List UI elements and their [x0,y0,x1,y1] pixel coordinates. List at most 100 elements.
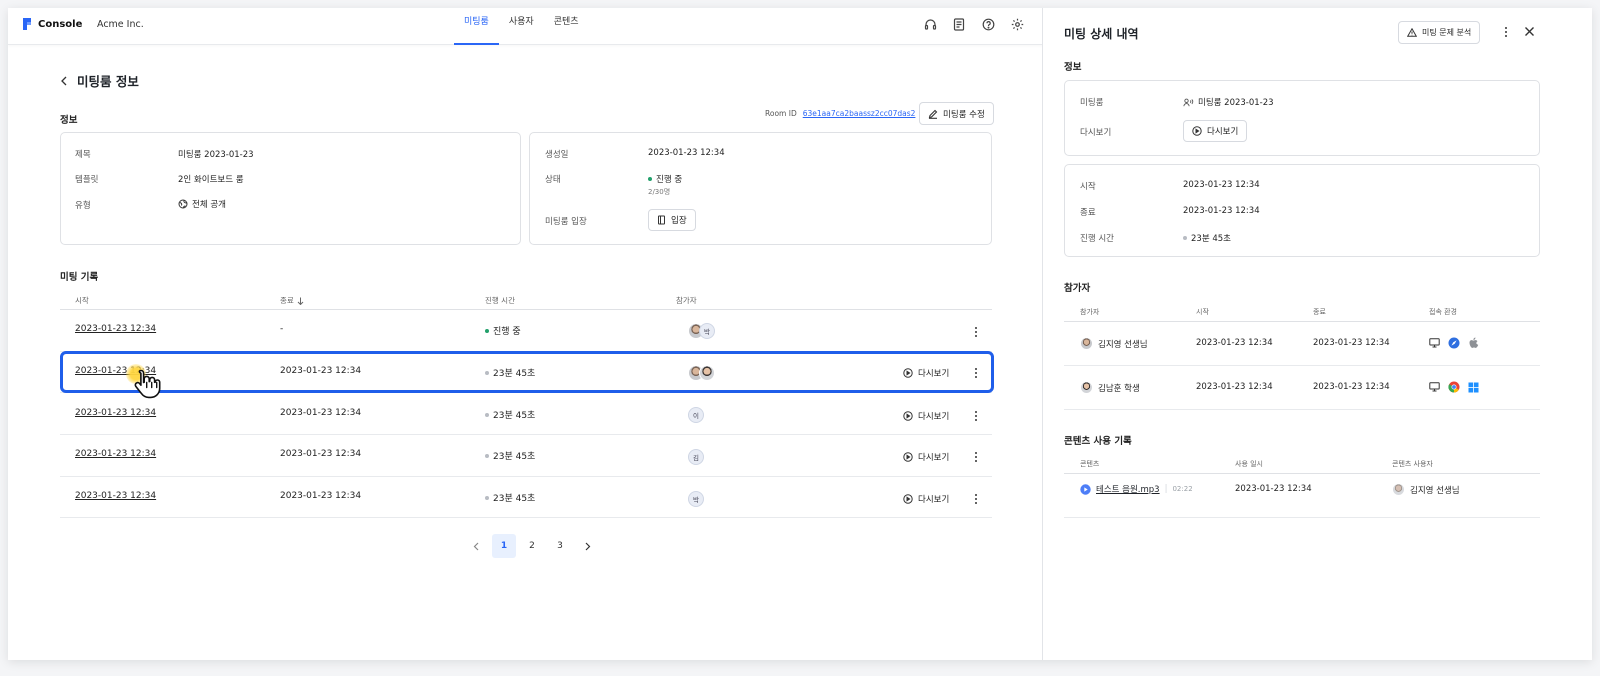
tab-users[interactable]: 사용자 [499,8,544,45]
back-chevron-icon[interactable] [60,76,68,86]
tab-meeting-rooms[interactable]: 미팅룸 [454,8,499,45]
table-row[interactable]: 2023-01-23 12:34 - 진행 중 박 [60,310,992,352]
enter-room-button[interactable]: 입장 [648,209,696,231]
replay-button[interactable]: 다시보기 [903,493,949,505]
row-end: 2023-01-23 12:34 [280,491,362,501]
row-duration-group: 진행 중 [485,324,521,337]
col-participant: 참가자 [1080,308,1100,316]
table-row[interactable]: 2023-01-23 12:34 2023-01-23 12:34 23분 45… [60,351,992,393]
participant-row[interactable]: 김남훈 학생 2023-01-23 12:34 2023-01-23 12:34 [1064,366,1540,410]
tab-contents[interactable]: 콘텐츠 [544,8,589,45]
drawer-replay-label: 다시보기 [1080,128,1112,138]
col-duration[interactable]: 진행 시간 [485,295,515,306]
page-3-button[interactable]: 3 [548,534,572,558]
content-table-header: 콘텐츠 사용 일시 콘텐츠 사용자 [1064,458,1540,474]
kebab-menu-icon[interactable] [972,410,980,422]
participants-table-header: 참가자 시작 종료 접속 환경 [1064,306,1540,322]
participant-name: 김지영 선생님 [1098,339,1148,350]
live-status-dot [485,328,489,333]
kebab-menu-icon[interactable] [972,326,980,338]
prev-page-icon[interactable] [464,534,488,558]
row-start-link[interactable]: 2023-01-23 12:34 [75,491,156,501]
participant-avatars: 김 [688,449,704,465]
platform-icons [1429,337,1479,349]
replay-button[interactable]: 다시보기 [903,367,949,379]
content-file-link[interactable]: 테스트 음원.mp3 [1096,483,1160,495]
headset-icon[interactable] [922,16,938,32]
row-duration: 23분 45초 [493,494,536,504]
drawer-title: 미팅 상세 내역 [1064,27,1139,41]
row-duration: 23분 45초 [493,452,536,462]
table-row[interactable]: 2023-01-23 12:34 2023-01-23 12:34 23분 45… [60,435,992,477]
drawer-start-value: 2023-01-23 12:34 [1183,180,1260,190]
safari-icon [1448,337,1460,349]
row-start-link[interactable]: 2023-01-23 12:34 [75,449,156,459]
col-end-group[interactable]: 종료 [280,295,304,306]
col-content: 콘텐츠 [1080,460,1100,468]
row-duration-group: 23분 45초 [485,366,535,379]
participant-start: 2023-01-23 12:34 [1196,382,1273,392]
participant-avatars [688,365,715,381]
title-label: 제목 [75,150,91,160]
status-value: 진행 중 [656,175,683,185]
type-value-group: 전체 공개 [178,198,226,210]
page-2-button[interactable]: 2 [520,534,544,558]
replay-label: 다시보기 [918,453,950,463]
row-duration-group: 23분 45초 [485,449,535,462]
col-start[interactable]: 시작 [75,295,89,306]
row-duration-group: 23분 45초 [485,491,535,504]
title-value: 미팅룸 2023-01-23 [178,150,254,160]
drawer-replay-button-label: 다시보기 [1207,127,1239,137]
table-row[interactable]: 2023-01-23 12:34 2023-01-23 12:34 23분 45… [60,476,992,518]
ended-status-dot [1183,236,1187,240]
document-icon[interactable] [951,16,967,32]
kebab-menu-icon[interactable] [972,367,980,379]
row-start-link[interactable]: 2023-01-23 12:34 [75,408,156,418]
row-start-link[interactable]: 2023-01-23 12:34 [75,324,156,334]
participant-avatars: 박 [688,323,715,339]
edit-button-label: 미팅룸 수정 [943,109,985,120]
drawer-replay-button[interactable]: 다시보기 [1183,120,1248,142]
close-icon[interactable] [1524,26,1535,37]
participant-name: 김남훈 학생 [1098,383,1140,394]
avatar [1392,483,1405,496]
nav-icon-group [922,16,1025,32]
table-row[interactable]: 2023-01-23 12:34 2023-01-23 12:34 23분 45… [60,393,992,435]
nav-tabs: 미팅룸 사용자 콘텐츠 [454,8,589,45]
kebab-menu-icon[interactable] [972,493,980,505]
kebab-menu-icon[interactable] [972,451,980,463]
edit-meeting-room-button[interactable]: 미팅룸 수정 [919,102,994,125]
settings-icon[interactable] [1009,16,1025,32]
participant-row[interactable]: 김지영 선생님 2023-01-23 12:34 2023-01-23 12:3… [1064,322,1540,366]
room-id-link[interactable]: 63e1aa7ca2baassz2cc07das2 [803,109,916,118]
ended-status-dot [485,495,489,500]
next-page-icon[interactable] [576,534,600,558]
audio-play-icon[interactable] [1080,483,1091,495]
records-section-label: 미팅 기록 [60,272,99,283]
col-participants[interactable]: 참가자 [676,295,697,306]
page-1-button[interactable]: 1 [492,534,516,558]
template-label: 템플릿 [75,175,99,185]
drawer-room-label: 미팅룸 [1080,98,1104,108]
col-end: 종료 [280,296,294,305]
meeting-detail-drawer: 미팅 상세 내역 미팅 문제 분석 정보 미팅룸 미팅룸 2023-01-23 … [1042,8,1592,660]
content-row[interactable]: 테스트 음원.mp3 | 02:22 2023-01-23 12:34 김지영 … [1064,474,1540,518]
live-status-dot [648,177,652,181]
logo[interactable]: Console [22,17,82,31]
avatar [699,365,715,381]
drawer-time-card [1064,164,1540,257]
help-icon[interactable] [980,16,996,32]
drawer-room-value-group: 미팅룸 2023-01-23 [1183,96,1274,108]
status-label: 상태 [545,175,561,185]
content-length: 02:22 [1172,485,1193,493]
info-card-right [529,132,992,245]
row-duration: 23분 45초 [493,369,536,379]
analyze-meeting-button[interactable]: 미팅 문제 분석 [1398,21,1481,44]
type-value: 전체 공개 [192,200,226,210]
replay-button[interactable]: 다시보기 [903,451,949,463]
drawer-kebab-icon[interactable] [1502,26,1510,38]
participant-end: 2023-01-23 12:34 [1313,338,1390,348]
replay-button[interactable]: 다시보기 [903,410,949,422]
col-participant-env: 접속 환경 [1429,308,1457,316]
content-usage-section-label: 콘텐츠 사용 기록 [1064,436,1132,447]
